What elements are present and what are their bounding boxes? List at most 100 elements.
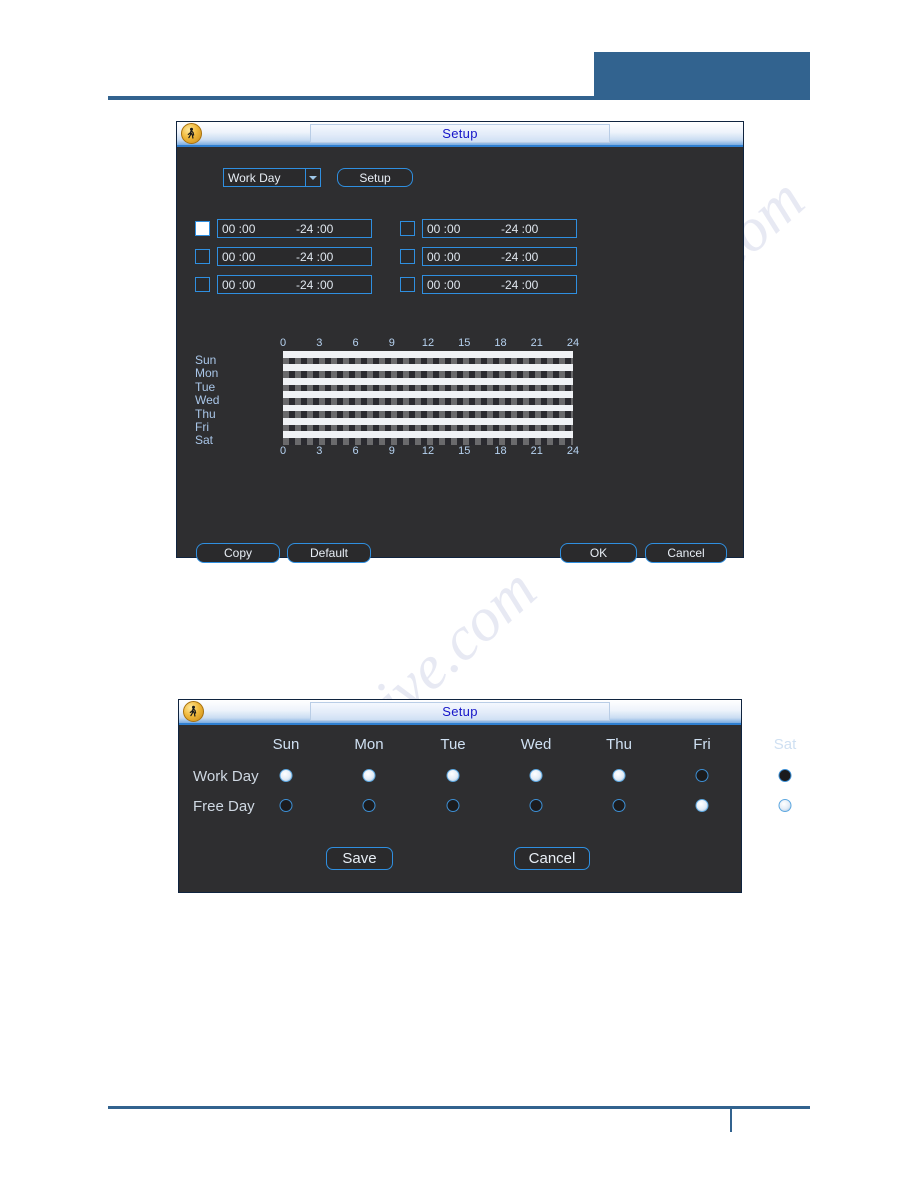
cancel-button[interactable]: Cancel xyxy=(645,543,727,563)
chart-hour-tick: 0 xyxy=(279,445,287,457)
period-time-input[interactable]: 00 :00 -24 :00 xyxy=(422,219,577,238)
chart-hour-separator[interactable] xyxy=(283,411,573,419)
period-checkbox[interactable] xyxy=(195,277,210,292)
chart-day-label: Sun xyxy=(195,353,217,367)
schedule-chart: Sun Mon Tue Wed Thu Fri Sat 0 3 6 9 12 15 18 21 24 0 3 6… xyxy=(189,337,737,467)
chart-hour-tick: 15 xyxy=(458,445,471,457)
period-cell: 00 :00 -24 :00 xyxy=(400,275,577,294)
dialog-title-plate: Setup xyxy=(310,702,610,721)
period-start: 00 :00 xyxy=(222,277,256,292)
chart-hour-separator[interactable] xyxy=(283,371,573,378)
chart-day-bar[interactable] xyxy=(283,391,573,398)
chart-hour-tick: 12 xyxy=(421,337,435,349)
period-end: -24 :00 xyxy=(501,277,539,292)
daytype-radio[interactable] xyxy=(695,799,709,812)
period-cell: 00 :00 -24 :00 xyxy=(195,219,372,238)
daytype-radio[interactable] xyxy=(612,769,626,782)
chart-hour-tick: 24 xyxy=(566,445,580,457)
chart-hour-separator[interactable] xyxy=(283,397,573,405)
period-time-input[interactable]: 00 :00 -24 :00 xyxy=(422,247,577,266)
period-start: 00 :00 xyxy=(427,277,461,292)
period-start: 00 :00 xyxy=(427,249,461,264)
daytype-radio[interactable] xyxy=(446,799,460,812)
daytype-radio[interactable] xyxy=(362,769,376,782)
period-end: -24 :00 xyxy=(296,277,334,292)
period-cell: 00 :00 -24 :00 xyxy=(195,275,372,294)
chart-grid[interactable] xyxy=(283,351,573,445)
daytype-column-header: Mon xyxy=(354,736,384,753)
chart-day-bar[interactable] xyxy=(283,404,573,412)
period-checkbox[interactable] xyxy=(195,249,210,264)
daytype-radio[interactable] xyxy=(529,799,543,812)
daytype-radio[interactable] xyxy=(279,799,293,812)
dialog-footer: Copy Default OK Cancel xyxy=(177,543,743,567)
row-label-free-day: Free Day xyxy=(193,798,255,815)
dialog-title: Setup xyxy=(442,126,478,141)
period-cell: 00 :00 -24 :00 xyxy=(400,247,577,266)
daytype-radio[interactable] xyxy=(612,799,626,812)
period-start: 00 :00 xyxy=(222,249,256,264)
chart-day-bar[interactable] xyxy=(283,431,573,439)
chevron-down-icon[interactable] xyxy=(305,169,320,186)
period-checkbox[interactable] xyxy=(400,249,415,264)
chart-hour-separator[interactable] xyxy=(283,424,573,432)
chart-day-label: Fri xyxy=(195,420,209,435)
chart-hour-tick: 12 xyxy=(421,445,435,457)
daytype-radio[interactable] xyxy=(529,769,543,782)
chart-day-label: Thu xyxy=(195,406,216,421)
chart-day-bar[interactable] xyxy=(283,364,573,372)
chart-day-label: Tue xyxy=(195,379,216,394)
chart-day-label: Mon xyxy=(195,366,219,381)
setup-button[interactable]: Setup xyxy=(337,168,413,187)
daytype-radio[interactable] xyxy=(362,799,376,812)
footer-tick xyxy=(730,1106,732,1132)
chart-hour-separator[interactable] xyxy=(283,357,573,365)
period-checkbox[interactable] xyxy=(400,277,415,292)
daytype-radio[interactable] xyxy=(778,769,792,782)
period-checkbox[interactable] xyxy=(400,221,415,236)
period-time-input[interactable]: 00 :00 -24 :00 xyxy=(217,219,372,238)
row-label-work-day: Work Day xyxy=(193,768,259,785)
day-type-select[interactable]: Work Day xyxy=(223,168,321,187)
dialog-title: Setup xyxy=(442,704,478,719)
chart-hour-separator[interactable] xyxy=(283,438,573,445)
walking-person-icon xyxy=(181,123,202,144)
chart-hour-separator[interactable] xyxy=(283,384,573,392)
period-time-input[interactable]: 00 :00 -24 :00 xyxy=(217,275,372,294)
daytype-radio[interactable] xyxy=(279,769,293,782)
period-time-input[interactable]: 00 :00 -24 :00 xyxy=(217,247,372,266)
period-end: -24 :00 xyxy=(296,249,334,264)
chart-day-bar[interactable] xyxy=(283,377,573,385)
chart-day-bar[interactable] xyxy=(283,418,573,425)
period-start: 00 :00 xyxy=(427,221,461,236)
period-checkbox[interactable] xyxy=(195,221,210,236)
cancel-button[interactable]: Cancel xyxy=(514,847,590,870)
period-end: -24 :00 xyxy=(501,221,539,236)
dialog-titlebar: Setup xyxy=(179,700,741,725)
chart-hour-tick: 18 xyxy=(494,337,507,349)
chart-day-label: Sat xyxy=(195,433,214,448)
period-end: -24 :00 xyxy=(501,249,539,264)
walking-person-icon xyxy=(183,701,204,722)
chart-axis-bottom: 0 3 6 9 12 15 18 21 24 xyxy=(279,445,579,459)
copy-button[interactable]: Copy xyxy=(196,543,280,563)
daytype-radio[interactable] xyxy=(778,799,792,812)
chart-day-labels: Sun Mon Tue Wed Thu Fri Sat xyxy=(189,353,259,448)
default-button[interactable]: Default xyxy=(287,543,371,563)
daytype-column-header: Sat xyxy=(773,736,797,753)
daytype-setup-dialog: Setup Sun Mon Tue Wed Thu Fri Sat Work Day Fre… xyxy=(178,699,796,893)
chart-hour-tick: 9 xyxy=(388,445,395,457)
save-button[interactable]: Save xyxy=(326,847,393,870)
chart-day-bar[interactable] xyxy=(283,351,573,358)
daytype-radio[interactable] xyxy=(446,769,460,782)
daytype-column-header: Wed xyxy=(520,736,552,753)
period-cell: 00 :00 -24 :00 xyxy=(400,219,577,238)
chart-hour-tick: 21 xyxy=(530,445,543,457)
chart-plot[interactable]: 0 3 6 9 12 15 18 21 24 0 3 6 9 12 15 18 21 24 xyxy=(279,337,579,459)
period-row: 00 :00 -24 :00 00 :00 -24 :00 xyxy=(195,275,735,294)
period-end: -24 :00 xyxy=(296,221,334,236)
schedule-setup-dialog: Setup Work Day Setup 00 :00 -24 :00 00:… xyxy=(176,121,744,563)
ok-button[interactable]: OK xyxy=(560,543,637,563)
period-time-input[interactable]: 00 :00 -24 :00 xyxy=(422,275,577,294)
daytype-radio[interactable] xyxy=(695,769,709,782)
